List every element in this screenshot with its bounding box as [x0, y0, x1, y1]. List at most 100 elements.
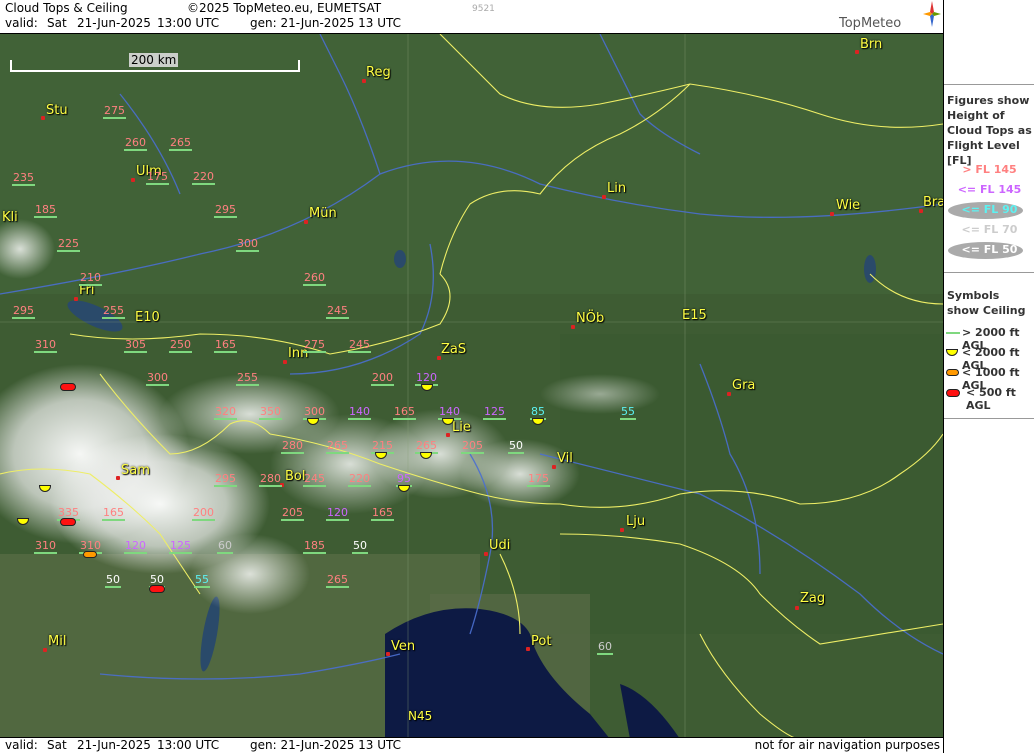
cloud-top-label: 350: [259, 405, 282, 420]
footer-gen-label: gen: 21-Jun-2025 13 UTC: [250, 738, 402, 752]
green-line-icon: [946, 332, 960, 334]
valid-day: Sat: [47, 16, 67, 30]
legend-fl-entry: > FL 145: [944, 163, 1034, 176]
cloud-top-label: 295: [214, 203, 237, 218]
cloud-top-label: 220: [348, 472, 371, 487]
cloud-top-label: 255: [102, 304, 125, 319]
legend-fl-label: <= FL 90: [961, 203, 1018, 216]
city-marker: [304, 220, 308, 224]
city-marker: [795, 606, 799, 610]
ceiling-symbol-orange: [83, 551, 97, 558]
city-label[interactable]: Zag: [800, 591, 825, 606]
cloud-top-label: 280: [281, 439, 304, 454]
city-label[interactable]: Wie: [836, 198, 860, 213]
cloud-top-label: 140: [348, 405, 371, 420]
cloud-top-label: 255: [236, 371, 259, 386]
topmeteo-logo[interactable]: TopMeteo: [833, 0, 943, 33]
cloud-top-label: 275: [103, 104, 126, 119]
city-label[interactable]: Vil: [557, 451, 573, 466]
cloud-top-label: 185: [34, 203, 57, 218]
city-marker: [283, 360, 287, 364]
city-label[interactable]: Reg: [366, 65, 391, 80]
city-label[interactable]: E10: [135, 310, 160, 325]
city-label[interactable]: Brn: [860, 37, 882, 52]
yellow-half-circle-icon: [946, 349, 958, 356]
legend-symbol-entry: > 2000 ft AGL: [946, 326, 1034, 352]
city-label[interactable]: ZaS: [441, 342, 466, 357]
city-marker: [74, 297, 78, 301]
city-label[interactable]: Lju: [626, 514, 645, 529]
cloud-top-label: 295: [12, 304, 35, 319]
city-label[interactable]: Gra: [732, 378, 755, 393]
city-label[interactable]: Mil: [48, 634, 66, 649]
city-marker: [484, 552, 488, 556]
cloud-top-label: 205: [461, 439, 484, 454]
city-label[interactable]: Sam: [121, 463, 150, 478]
cloud-top-label: 300: [146, 371, 169, 386]
cloud-top-label: 165: [102, 506, 125, 521]
valid-date: 21-Jun-2025: [77, 16, 151, 30]
legend-fl-label: <= FL 50: [961, 243, 1018, 256]
city-marker: [830, 212, 834, 216]
cloud-top-label: 60: [217, 539, 233, 554]
city-marker: [386, 652, 390, 656]
cloud-top-label: 200: [371, 371, 394, 386]
cloud-top-label: 245: [303, 472, 326, 487]
ceiling-symbol-red: [149, 585, 165, 593]
disclaimer: not for air navigation purposes: [754, 738, 940, 752]
map-title: Cloud Tops & Ceiling: [5, 1, 128, 15]
cloud-top-label: 120: [124, 539, 147, 554]
legend-fl-entry: <= FL 70: [944, 223, 1034, 236]
legend-symbol-entry: < 1000 ft AGL: [946, 366, 1034, 392]
scale-bar: 200 km: [10, 53, 300, 72]
legend-divider: [944, 84, 1034, 85]
cloud-top-label: 205: [281, 506, 304, 521]
city-label[interactable]: Stu: [46, 103, 68, 118]
symbols-legend-title: Symbols show Ceiling: [947, 289, 1026, 317]
cloud-top-label: 165: [214, 338, 237, 353]
cloud-top-label: 175: [527, 472, 550, 487]
cloud-top-label: 125: [169, 539, 192, 554]
city-label[interactable]: Udi: [489, 538, 510, 553]
compass-icon: [923, 1, 941, 27]
city-label[interactable]: E15: [682, 308, 707, 323]
cloud-top-label: 200: [192, 506, 215, 521]
legend-fl-label: > FL 145: [962, 163, 1017, 176]
city-marker: [620, 528, 624, 532]
cloud-top-label: 260: [303, 271, 326, 286]
cloud-top-label: 295: [214, 472, 237, 487]
red-pill-icon: [946, 389, 960, 397]
cloud-top-label: 235: [12, 171, 35, 186]
city-label[interactable]: Bra: [923, 195, 943, 210]
city-label[interactable]: Pot: [531, 634, 551, 649]
city-label[interactable]: Kli: [2, 210, 18, 225]
ceiling-symbol-red: [60, 383, 76, 391]
legend-fl-entry: <= FL 90: [944, 203, 1034, 216]
legend-fl-entry: <= FL 50: [944, 243, 1034, 256]
legend-panel: Figures show Height of Cloud Tops as Fli…: [943, 0, 1034, 753]
city-label[interactable]: Mün: [309, 206, 337, 221]
cloud-top-label: 210: [79, 271, 102, 286]
figures-legend-title: Figures show Height of Cloud Tops as Fli…: [947, 94, 1032, 167]
satellite-map[interactable]: 200 km Brn Reg Stu Ulm Kli Mün Lin Wie B…: [0, 33, 943, 738]
cloud-top-label: 165: [393, 405, 416, 420]
cloud-top-label: 280: [259, 472, 282, 487]
cloud-top-label: 220: [192, 170, 215, 185]
legend-divider: [944, 272, 1034, 273]
city-label[interactable]: NÖb: [576, 311, 604, 326]
cloud-top-label: 245: [348, 338, 371, 353]
city-marker: [552, 465, 556, 469]
city-marker: [43, 648, 47, 652]
cloud-top-label: 310: [34, 539, 57, 554]
city-label[interactable]: Ven: [391, 639, 415, 654]
city-label[interactable]: Lin: [607, 181, 626, 196]
cloud-top-label: 320: [214, 405, 237, 420]
city-marker: [526, 647, 530, 651]
map-footer: valid: Sat 21-Jun-2025 13:00 UTC gen: 21…: [0, 738, 943, 753]
cloud-top-label: 50: [508, 439, 524, 454]
cloud-top-label: 300: [236, 237, 259, 252]
cloud-top-label: 305: [124, 338, 147, 353]
legend-fl-label: <= FL 145: [957, 183, 1022, 196]
city-marker: [602, 195, 606, 199]
city-label[interactable]: Lie: [452, 420, 471, 435]
